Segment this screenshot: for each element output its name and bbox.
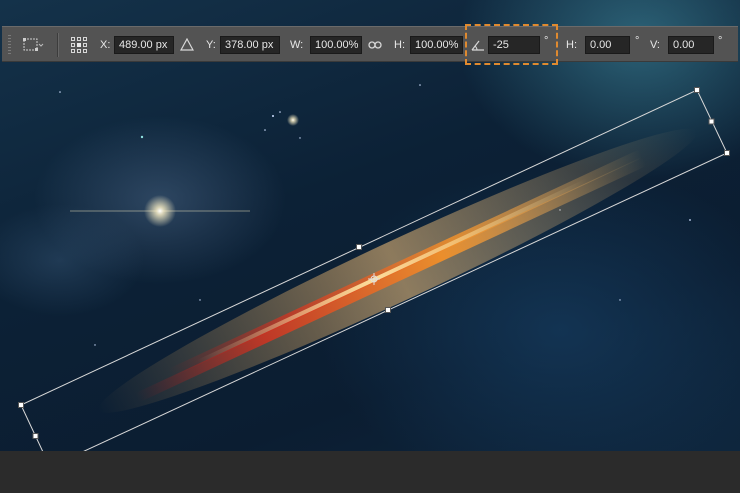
handle-left[interactable] [32,433,39,439]
skew-v-label: V: [650,39,660,51]
skew-v-unit: ° [718,35,723,47]
y-position-field[interactable]: 378.00 px [220,36,280,54]
x-position-field[interactable]: 489.00 px [114,36,174,54]
center-reference-point[interactable] [368,273,380,285]
handle-bottom-right[interactable] [724,150,730,156]
height-field[interactable]: 100.00% [410,36,463,54]
x-label: X: [100,39,111,51]
separator [57,33,59,57]
handle-top-right[interactable] [694,87,700,93]
h-label: H: [394,39,405,51]
document-canvas[interactable] [0,0,740,493]
transform-bounding-box[interactable] [0,0,740,493]
w-label: W: [290,39,304,51]
width-field[interactable]: 100.00% [310,36,362,54]
handle-right[interactable] [708,118,715,125]
grip-handle[interactable] [8,35,11,55]
handle-top[interactable] [356,244,362,250]
panel-strip [0,451,740,493]
skew-v-field[interactable]: 0.00 [668,36,714,54]
transform-tool-icon[interactable] [22,36,44,54]
delta-icon[interactable] [180,38,194,51]
link-icon[interactable] [368,39,382,51]
options-bar: X: 489.00 px Y: 378.00 px W: 100.00% H: … [2,26,738,62]
y-label: Y: [206,39,216,51]
rotation-highlight-box [465,24,558,65]
skew-h-label: H: [566,39,577,51]
handle-top-left[interactable] [18,402,24,408]
handle-bottom[interactable] [385,307,391,313]
skew-h-unit: ° [635,35,640,47]
reference-point-icon[interactable] [70,36,88,54]
skew-h-field[interactable]: 0.00 [585,36,630,54]
